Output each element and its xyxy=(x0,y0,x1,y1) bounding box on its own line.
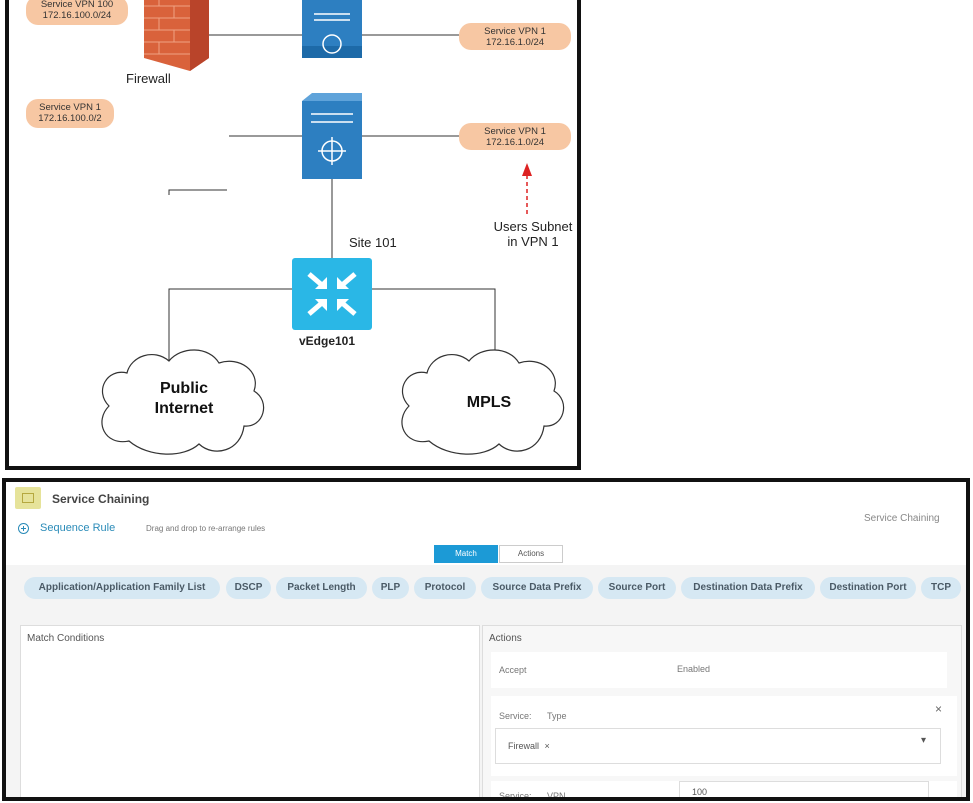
chip-protocol[interactable]: Protocol xyxy=(414,577,476,599)
vpn-pill-top-left: Service VPN 100 172.16.100.0/24 xyxy=(26,0,128,25)
page-title: Service Chaining xyxy=(52,492,150,506)
chip-app-family[interactable]: Application/Application Family List xyxy=(24,577,220,599)
chip-packet-length[interactable]: Packet Length xyxy=(276,577,367,599)
service-type-row: Service: Type × Firewall × ▾ xyxy=(491,696,957,776)
close-icon[interactable]: × xyxy=(935,702,942,716)
network-diagram: Service VPN 100 172.16.100.0/24 Service V… xyxy=(5,0,581,470)
chip-dscp[interactable]: DSCP xyxy=(226,577,271,599)
vpn-service-label: Service: xyxy=(499,791,532,801)
service-label: Service: xyxy=(499,711,532,721)
vpn-label: VPN xyxy=(547,791,566,801)
service-type-select[interactable]: Firewall × ▾ xyxy=(495,728,941,764)
accept-row: Accept Enabled xyxy=(491,652,947,688)
vedge-router-icon xyxy=(292,258,372,330)
accept-value: Enabled xyxy=(677,664,711,674)
site-label: Site 101 xyxy=(349,235,397,250)
drag-hint: Drag and drop to re-arrange rules xyxy=(146,524,266,533)
chip-destination-port[interactable]: Destination Port xyxy=(820,577,916,599)
firewall-icon xyxy=(144,0,209,71)
vpn-pill-top-right: Service VPN 1 172.16.1.0/24 xyxy=(459,23,571,50)
chip-destination-data-prefix[interactable]: Destination Data Prefix xyxy=(681,577,815,599)
actions-box: Actions Accept Enabled Service: Type × F… xyxy=(482,625,962,801)
type-label: Type xyxy=(547,711,567,721)
cloud-mpls-label: MPLS xyxy=(466,394,512,411)
service-chaining-icon xyxy=(15,487,41,509)
tab-match[interactable]: Match xyxy=(434,545,498,563)
switch-icon-top xyxy=(302,0,362,58)
chip-source-data-prefix[interactable]: Source Data Prefix xyxy=(481,577,593,599)
vpn-pill-mid-right: Service VPN 1 172.16.1.0/24 xyxy=(459,123,571,150)
match-conditions-title: Match Conditions xyxy=(27,633,105,644)
add-circle-icon[interactable] xyxy=(18,523,29,534)
vpn-pill-mid-left: Service VPN 1 172.16.100.0/2 xyxy=(26,99,114,128)
actions-title: Actions xyxy=(489,633,522,644)
service-chaining-panel: Service Chaining Sequence Rule Drag and … xyxy=(2,478,970,801)
vedge-label: vEdge101 xyxy=(299,334,356,348)
sequence-rule-button[interactable]: Sequence Rule xyxy=(40,522,115,534)
chevron-down-icon[interactable]: ▾ xyxy=(921,735,926,746)
firewall-tag: Firewall × xyxy=(508,741,550,751)
vpn-value: 100 xyxy=(692,787,708,797)
right-title: Service Chaining xyxy=(864,513,940,524)
chip-plp[interactable]: PLP xyxy=(372,577,409,599)
firewall-label: Firewall xyxy=(126,71,171,86)
tab-actions[interactable]: Actions xyxy=(499,545,563,563)
users-subnet-label: Users Subnet in VPN 1 xyxy=(493,219,573,249)
chip-tcp[interactable]: TCP xyxy=(921,577,961,599)
chip-source-port[interactable]: Source Port xyxy=(598,577,676,599)
vpn-input[interactable]: 100 xyxy=(679,781,929,797)
accept-label: Accept xyxy=(499,665,527,675)
cloud-internet-label: Public Internet xyxy=(154,380,214,417)
switch-icon-middle xyxy=(302,93,362,179)
match-conditions-box: Match Conditions xyxy=(20,625,480,797)
tag-remove-icon[interactable]: × xyxy=(545,741,550,751)
service-vpn-row: Service: VPN 100 xyxy=(491,781,957,801)
